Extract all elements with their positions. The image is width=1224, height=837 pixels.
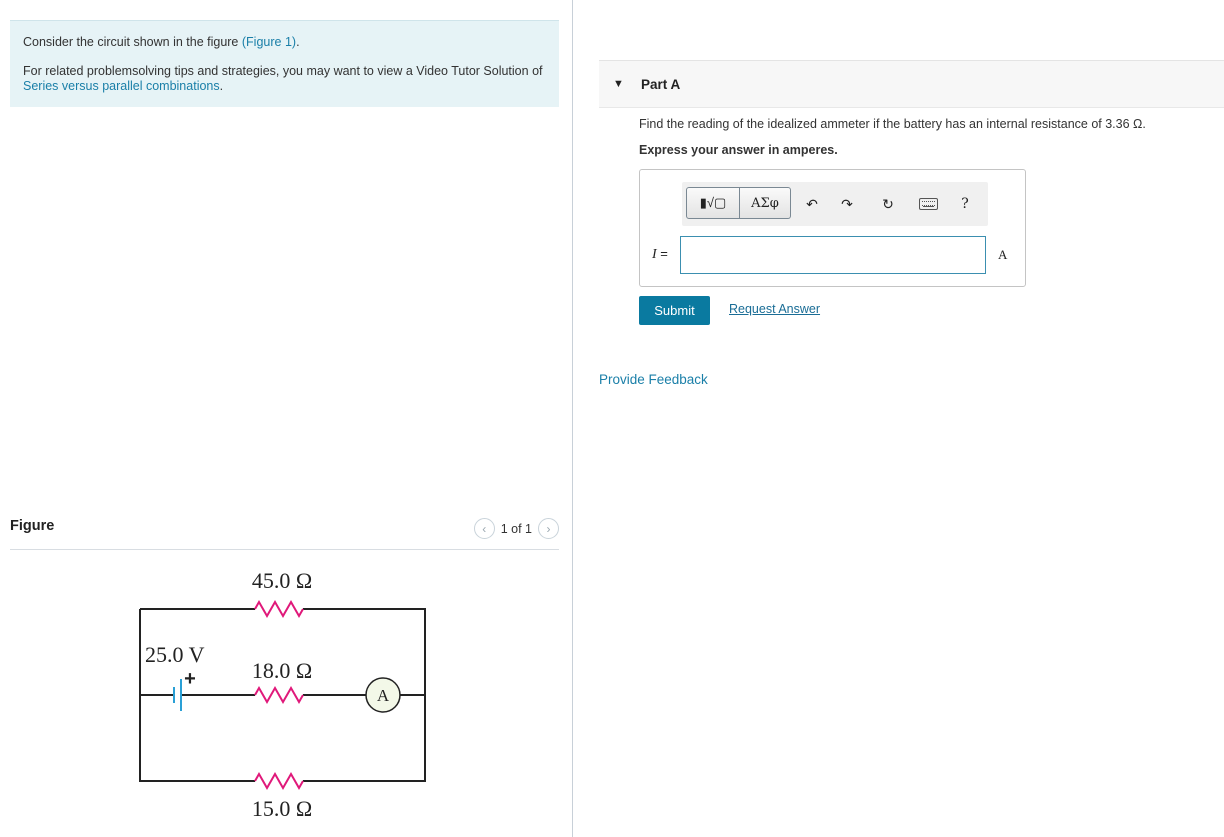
- resistor-middle: [254, 685, 304, 705]
- resistor-middle-label: 18.0 Ω: [252, 658, 312, 683]
- intro-punct-2: .: [219, 79, 224, 93]
- equals-sign: =: [660, 246, 668, 261]
- templates-button[interactable]: ▮√▢: [686, 187, 740, 219]
- battery-plus-label: +: [184, 668, 196, 690]
- submit-button[interactable]: Submit: [639, 296, 710, 325]
- undo-icon[interactable]: ↶: [802, 194, 822, 214]
- instruction-text: Express your answer in amperes.: [639, 143, 838, 157]
- video-tutor-link[interactable]: Series versus parallel combinations: [23, 79, 220, 93]
- answer-input[interactable]: [680, 236, 986, 274]
- triangle-down-icon[interactable]: ▼: [613, 78, 624, 90]
- circuit-diagram: A 45.0 Ω 18.0 Ω 15.0 Ω 25.0 V +: [139, 568, 426, 821]
- intro-line-2: For related problemsolving tips and stra…: [23, 64, 546, 94]
- pager-count: 1 of 1: [500, 521, 532, 536]
- provide-feedback-link[interactable]: Provide Feedback: [599, 372, 708, 387]
- battery-voltage-label: 25.0 V: [145, 642, 205, 667]
- keyboard-icon[interactable]: [919, 198, 938, 210]
- intro-text-2: For related problemsolving tips and stra…: [23, 64, 543, 78]
- redo-icon[interactable]: ↷: [837, 194, 857, 214]
- figure-title: Figure: [10, 518, 55, 534]
- reset-icon[interactable]: ↻: [878, 194, 898, 214]
- figure-link[interactable]: (Figure 1): [242, 35, 296, 49]
- greek-symbols-button[interactable]: ΑΣφ: [740, 187, 791, 219]
- request-answer-link[interactable]: Request Answer: [729, 302, 820, 316]
- resistors: [254, 599, 304, 791]
- variable-label: I =: [652, 246, 668, 263]
- right-pane: ▼ Part A Find the reading of the idealiz…: [573, 0, 1224, 837]
- math-toolbar: ▮√▢ ΑΣφ ↶ ↷ ↻ ?: [682, 182, 988, 226]
- answer-box: ▮√▢ ΑΣφ ↶ ↷ ↻ ? I = A: [639, 169, 1026, 287]
- chevron-left-icon[interactable]: ‹: [473, 518, 495, 539]
- toolbar-group: ▮√▢ ΑΣφ: [686, 187, 791, 219]
- unit-label: A: [998, 247, 1008, 262]
- intro-box: Consider the circuit shown in the figure…: [10, 20, 559, 107]
- circuit-figure: A 45.0 Ω 18.0 Ω 15.0 Ω 25.0 V +: [10, 550, 559, 837]
- resistor-top: [254, 599, 304, 619]
- resistor-top-label: 45.0 Ω: [252, 568, 312, 593]
- part-title: Part A: [641, 77, 681, 92]
- battery-icon: [173, 679, 182, 711]
- question-text: Find the reading of the idealized ammete…: [639, 117, 1146, 131]
- variable-symbol: I: [652, 247, 657, 262]
- left-pane: Consider the circuit shown in the figure…: [0, 0, 573, 837]
- figure-pager: ‹ 1 of 1 ›: [473, 518, 559, 539]
- intro-punct: .: [296, 35, 300, 49]
- resistor-bottom: [254, 771, 304, 791]
- part-a-header[interactable]: ▼ Part A: [599, 60, 1224, 108]
- intro-text: Consider the circuit shown in the figure: [23, 35, 242, 49]
- ammeter-label: A: [377, 686, 390, 705]
- chevron-right-icon[interactable]: ›: [538, 518, 559, 539]
- resistor-bottom-label: 15.0 Ω: [252, 796, 312, 821]
- help-button[interactable]: ?: [955, 194, 975, 214]
- figure-header: Figure ‹ 1 of 1 ›: [10, 516, 559, 550]
- intro-line-1: Consider the circuit shown in the figure…: [23, 35, 546, 50]
